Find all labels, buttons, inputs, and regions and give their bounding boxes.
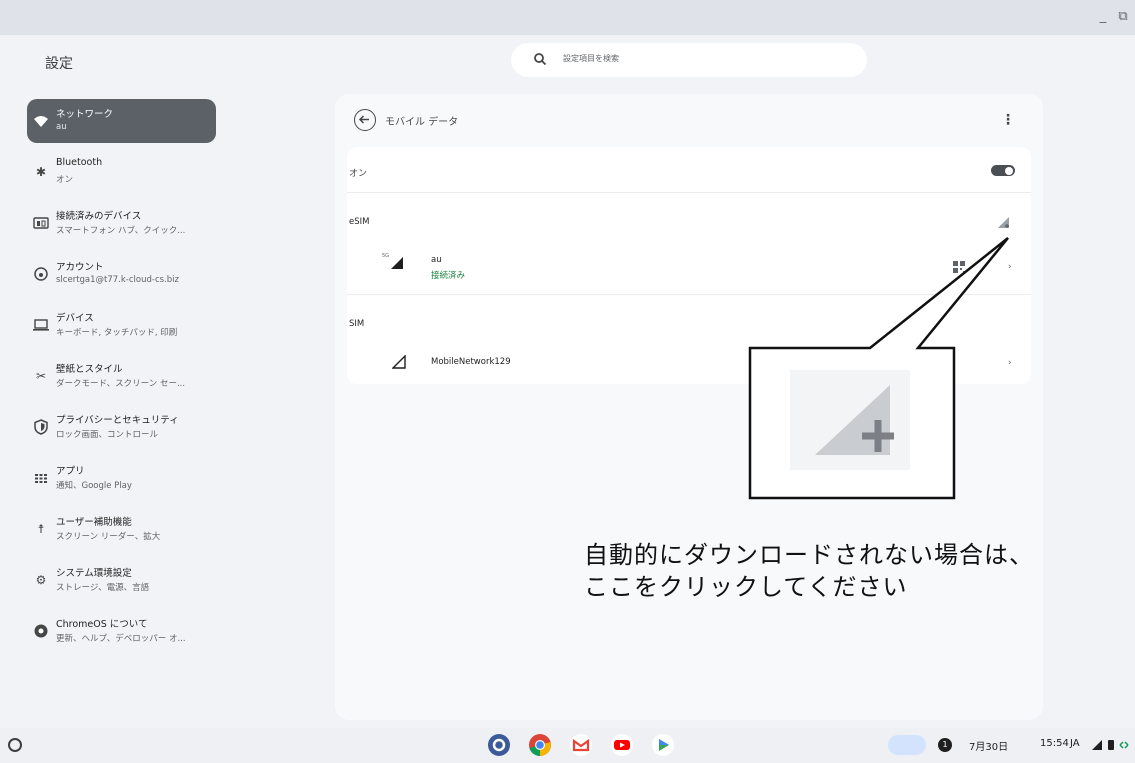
- signal-icon: [1092, 740, 1102, 750]
- settings-gear-icon: ⚙: [35, 573, 47, 587]
- connected-devices-icon: [33, 217, 49, 229]
- sim-section-label: SIM: [349, 319, 365, 329]
- search-box[interactable]: 設定項目を検索: [511, 43, 867, 77]
- arrow-left-icon: [358, 115, 369, 124]
- app-title: 設定: [45, 56, 73, 72]
- apps-grid-icon: [35, 474, 47, 483]
- status-tray[interactable]: [1090, 737, 1134, 753]
- sidebar-item-privacy[interactable]: プライバシーとセキュリティ ロック画面、コントロール: [27, 405, 216, 449]
- sidebar-item-title: デバイス: [56, 313, 94, 324]
- sidebar-item-title: システム環境設定: [56, 568, 132, 579]
- sidebar-item-connected-devices[interactable]: 接続済みのデバイス スマートフォン ハブ、クイック...: [27, 201, 216, 245]
- chevron-right-icon: ›: [1008, 358, 1012, 368]
- sidebar-item-title: ネットワーク: [56, 109, 114, 120]
- sidebar-item-title: アプリ: [56, 466, 85, 477]
- bluetooth-icon: ✱: [35, 165, 47, 179]
- toggle-knob: [1005, 166, 1013, 175]
- sidebar-item-subtitle: ロック画面、コントロール: [56, 430, 159, 440]
- sidebar-item-title: プライバシーとセキュリティ: [56, 415, 179, 426]
- signal-full-icon: [391, 257, 403, 269]
- sidebar-item-title: Bluetooth: [56, 157, 103, 168]
- clock[interactable]: 15:54: [1040, 738, 1069, 749]
- sidebar-item-system[interactable]: ⚙ システム環境設定 ストレージ、電源、言語: [27, 558, 216, 602]
- sidebar-item-subtitle: 更新、ヘルプ、デベロッパー オ...: [56, 634, 186, 644]
- mobile-data-page: モバイル データ ⋮ オン eSIM 5G au 接続済み › SIM Mobi…: [335, 94, 1043, 720]
- wifi-icon: [34, 116, 48, 127]
- sidebar-item-title: 接続済みのデバイス: [56, 211, 142, 222]
- sim-network-row[interactable]: MobileNetwork129 ›: [347, 343, 1031, 383]
- mobile-data-toggle-row: オン: [347, 147, 1031, 193]
- esim-network-name: au: [431, 255, 442, 265]
- more-options-button[interactable]: ⋮: [1001, 110, 1015, 130]
- search-input[interactable]: 設定項目を検索: [563, 53, 619, 64]
- sidebar-item-subtitle: slcertga1@t77.k-cloud-cs.biz: [56, 275, 179, 285]
- sidebar-item-account[interactable]: アカウント slcertga1@t77.k-cloud-cs.biz: [27, 252, 216, 296]
- mobile-networks-panel: オン eSIM 5G au 接続済み › SIM MobileNetwork12…: [347, 147, 1031, 384]
- sidebar-item-subtitle: ストレージ、電源、言語: [56, 583, 150, 593]
- laptop-icon: [33, 319, 49, 331]
- chromeos-icon: [34, 624, 48, 638]
- date-display[interactable]: 7月30日: [969, 738, 1008, 753]
- annotation-line-1: 自動的にダウンロードされない場合は、: [584, 541, 1034, 569]
- sim-network-name: MobileNetwork129: [431, 357, 511, 367]
- annotation-text: 自動的にダウンロードされない場合は、 ここをクリックしてください: [584, 539, 1034, 603]
- esim-section-label: eSIM: [349, 217, 370, 227]
- minimize-button[interactable]: _: [1094, 8, 1112, 26]
- sidebar-item-title: ChromeOS について: [56, 619, 148, 630]
- vpn-icon: [1119, 741, 1129, 749]
- esim-connection-status: 接続済み: [431, 271, 466, 281]
- system-shelf: 1 7月30日 15:54 JA: [0, 728, 1135, 763]
- chevron-right-icon: ›: [1008, 262, 1012, 272]
- sidebar-item-subtitle: ダークモード、スクリーン セー...: [56, 379, 186, 389]
- annotation-line-2: ここをクリックしてください: [584, 573, 908, 601]
- sidebar-item-subtitle: au: [56, 122, 67, 132]
- toggle-label: オン: [349, 169, 368, 179]
- sidebar-item-accessibility[interactable]: ☨ ユーザー補助機能 スクリーン リーダー、拡大: [27, 507, 216, 551]
- account-icon: [34, 267, 48, 281]
- sidebar-item-title: アカウント: [56, 262, 104, 273]
- page-title: モバイル データ: [385, 117, 459, 128]
- add-esim-button[interactable]: [997, 215, 1011, 229]
- sidebar-item-subtitle: 通知、Google Play: [56, 481, 132, 491]
- window-titlebar: _ ⧉: [0, 0, 1135, 35]
- sidebar-item-title: 壁紙とスタイル: [56, 364, 123, 375]
- sidebar-item-apps[interactable]: アプリ 通知、Google Play: [27, 456, 216, 500]
- holding-space-button[interactable]: [888, 735, 926, 755]
- shield-icon: [34, 419, 48, 435]
- play-store-app-icon[interactable]: [651, 733, 675, 757]
- mobile-data-toggle[interactable]: [991, 165, 1015, 176]
- palette-icon: ✂: [35, 369, 47, 383]
- sidebar-item-device[interactable]: デバイス キーボード, タッチパッド, 印刷: [27, 303, 216, 347]
- esim-network-row[interactable]: 5G au 接続済み ›: [347, 243, 1031, 295]
- restore-button[interactable]: ⧉: [1114, 8, 1132, 26]
- network-type-badge: 5G: [382, 253, 390, 259]
- gmail-app-icon[interactable]: [569, 733, 593, 757]
- sidebar-item-subtitle: オン: [56, 175, 74, 185]
- qr-code-icon[interactable]: [953, 261, 965, 273]
- sidebar-item-title: ユーザー補助機能: [56, 517, 132, 528]
- sidebar-item-about[interactable]: ChromeOS について 更新、ヘルプ、デベロッパー オ...: [27, 609, 216, 653]
- sidebar-item-network[interactable]: ネットワーク au: [27, 99, 216, 143]
- sidebar-item-subtitle: スクリーン リーダー、拡大: [56, 532, 161, 542]
- back-button[interactable]: [354, 109, 376, 131]
- search-icon: [534, 53, 547, 66]
- launcher-button[interactable]: [8, 738, 22, 752]
- sidebar-item-subtitle: キーボード, タッチパッド, 印刷: [56, 328, 178, 338]
- sidebar-item-subtitle: スマートフォン ハブ、クイック...: [56, 226, 186, 236]
- notification-counter[interactable]: 1: [938, 738, 952, 752]
- chrome-app-icon[interactable]: [528, 733, 552, 757]
- signal-empty-icon: [392, 355, 406, 369]
- sidebar-item-wallpaper[interactable]: ✂ 壁紙とスタイル ダークモード、スクリーン セー...: [27, 354, 216, 398]
- settings-app: 設定 設定項目を検索 ネットワーク au ✱ Bluetooth オン 接続済み…: [0, 35, 1135, 728]
- ime-indicator[interactable]: JA: [1070, 738, 1080, 749]
- settings-app-icon[interactable]: [487, 733, 511, 757]
- sidebar-item-bluetooth[interactable]: ✱ Bluetooth オン: [27, 150, 216, 194]
- accessibility-icon: ☨: [37, 522, 45, 536]
- battery-icon: [1108, 740, 1114, 750]
- youtube-app-icon[interactable]: [610, 733, 634, 757]
